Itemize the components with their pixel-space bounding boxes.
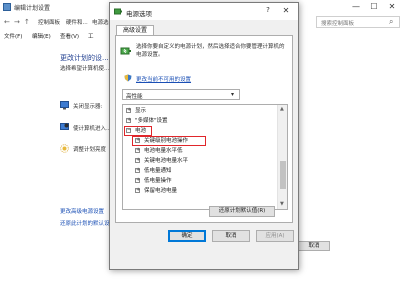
expand-icon[interactable]: + (135, 168, 140, 173)
expand-icon[interactable]: + (135, 158, 140, 163)
power-plan-select[interactable]: 高性能 ▾ (122, 89, 240, 100)
tree-node-low-battery-notification[interactable]: + 低电量通知 (135, 167, 265, 175)
power-options-dialog: 电源选项 ? ✕ 高级设置 选择你要自定义的电源计划，然后选择适合你要管理计算机… (109, 2, 299, 270)
power-plan-icon (120, 47, 131, 55)
brightness-icon (60, 144, 69, 153)
change-advanced-power-link[interactable]: 更改高级电源设置 (60, 207, 104, 215)
bg-cancel-button[interactable]: 取消 (298, 241, 330, 251)
dialog-titlebar: 电源选项 ? ✕ (110, 3, 298, 20)
cancel-button[interactable]: 取消 (212, 230, 250, 242)
critical-action-highlight-box (132, 136, 206, 146)
window-title: 编辑计划设置 (14, 5, 51, 12)
apply-button[interactable]: 应用(A) (256, 230, 294, 242)
expand-icon[interactable]: + (135, 178, 140, 183)
expand-icon[interactable]: + (135, 148, 140, 153)
tree-scrollbar[interactable]: ▲ ▼ (277, 105, 287, 209)
dialog-description: 选择你要自定义的电源计划，然后选择适合你要管理计算机的电源设置。 (136, 44, 285, 58)
battery-highlight-box (124, 126, 152, 136)
menu-tools[interactable]: 工 (88, 32, 94, 40)
expand-icon[interactable]: + (135, 188, 140, 193)
search-input[interactable]: 搜索控制面板 ⌕ (316, 16, 400, 28)
scroll-up-icon[interactable]: ▲ (280, 106, 284, 112)
monitor-icon (60, 101, 69, 110)
sleep-icon (60, 123, 69, 130)
scrollbar-thumb[interactable] (280, 161, 286, 189)
minimize-button[interactable]: — (350, 2, 362, 12)
menu-edit[interactable]: 编辑(E) (32, 32, 51, 40)
tree-node-low-battery-action[interactable]: + 低电量操作 (135, 177, 265, 185)
tree-node-low-battery-level[interactable]: + 电池电量水平低 (135, 147, 265, 155)
close-button[interactable]: ✕ (386, 2, 398, 12)
brightness-label: 调整计划亮度 (73, 147, 107, 153)
chevron-down-icon: ▾ (231, 91, 235, 98)
tree-node-reserve-battery-level[interactable]: + 保留电池电量 (135, 187, 265, 195)
sleep-label: 使计算机进入... (73, 126, 112, 132)
menu-file[interactable]: 文件(F) (4, 32, 22, 40)
scroll-down-icon[interactable]: ▼ (280, 201, 284, 207)
tree-node-multimedia[interactable]: + "多媒体"设置 (126, 117, 266, 125)
settings-tree[interactable]: + 显示 + "多媒体"设置 − 电池 + 关键级别电池操作 + 电池电量水平低… (122, 104, 288, 210)
expand-icon[interactable]: + (126, 118, 131, 123)
tree-node-critical-battery-level[interactable]: + 关键电池电量水平 (135, 157, 265, 165)
dialog-title: 电源选项 (126, 10, 152, 18)
breadcrumb-hardware[interactable]: 硬件和... (66, 18, 88, 26)
search-placeholder: 搜索控制面板 (321, 21, 355, 27)
tree-node-display[interactable]: + 显示 (126, 107, 266, 115)
power-options-icon (114, 8, 122, 15)
restore-plan-defaults-button[interactable]: 还原计划默认值(R) (209, 206, 275, 217)
dialog-close-button[interactable]: ✕ (280, 6, 292, 17)
display-off-label: 关闭显示器: (73, 104, 103, 110)
uac-shield-icon (124, 74, 132, 82)
page-subtitle: 选择希望计算机使... (60, 66, 110, 72)
maximize-button[interactable]: ☐ (368, 2, 380, 12)
help-button[interactable]: ? (262, 6, 274, 17)
power-plan-value: 高性能 (126, 94, 143, 100)
control-panel-icon (3, 3, 11, 11)
search-icon: ⌕ (389, 17, 394, 26)
expand-icon[interactable]: + (126, 108, 131, 113)
back-arrow-icon[interactable]: ← (4, 16, 10, 28)
breadcrumb-control-panel[interactable]: 控制面板 (38, 18, 60, 26)
menu-view[interactable]: 查看(V) (60, 32, 79, 40)
ok-button[interactable]: 确定 (168, 230, 206, 242)
up-arrow-icon[interactable]: ↑ (24, 16, 30, 28)
page-title: 更改计划的设... (60, 54, 109, 62)
restore-plan-defaults-link[interactable]: 还原此计划的默认设... (60, 219, 115, 227)
change-unavailable-settings-link[interactable]: 更改当前不可用的设置 (136, 75, 191, 83)
forward-arrow-icon[interactable]: → (14, 16, 20, 28)
